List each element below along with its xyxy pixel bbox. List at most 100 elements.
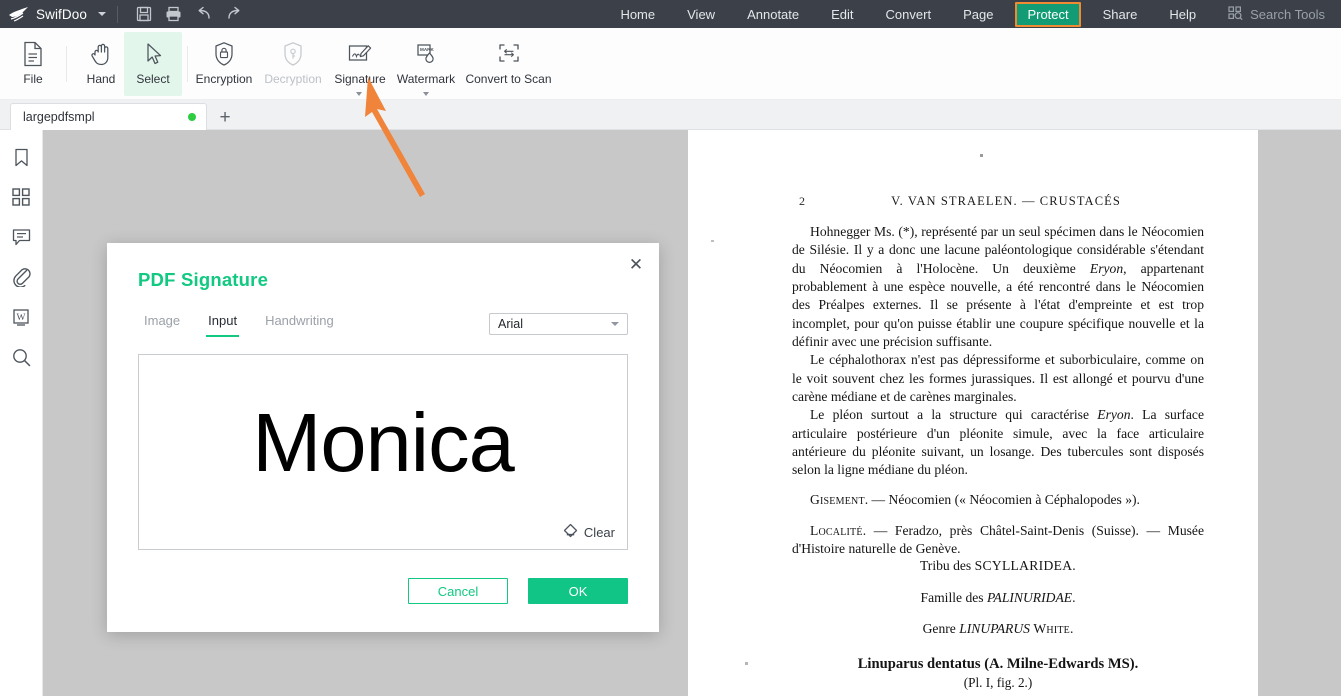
- search-tools-button[interactable]: Search Tools: [1218, 0, 1337, 28]
- save-button[interactable]: [129, 0, 159, 28]
- menu-item-convert[interactable]: Convert: [870, 0, 948, 28]
- page-speck: [711, 240, 714, 242]
- ribbon-button-decryption[interactable]: Decryption: [260, 32, 326, 96]
- document-tab[interactable]: largepdfsmpl: [10, 103, 207, 130]
- search-tools-label: Search Tools: [1250, 6, 1325, 22]
- sidebar-item-word-export[interactable]: W: [6, 302, 36, 332]
- shield-lock-icon: [213, 39, 235, 69]
- file-page-icon: [22, 39, 44, 69]
- menu-item-edit[interactable]: Edit: [815, 0, 869, 28]
- ribbon-button-encryption[interactable]: Encryption: [192, 32, 256, 96]
- pdf-signature-dialog: ✕ PDF Signature Image Input Handwriting …: [107, 243, 659, 632]
- famille-line: Famille des PALINURIDAE.: [920, 590, 1076, 605]
- sidebar-item-comments[interactable]: [6, 222, 36, 252]
- shield-key-icon: [282, 39, 304, 69]
- svg-text:W: W: [17, 313, 26, 323]
- signature-pen-icon: [347, 39, 373, 69]
- paragraph-2: Le céphalothorax n'est pas dépressiforme…: [792, 352, 1204, 405]
- font-select[interactable]: Arial: [489, 313, 628, 335]
- menu-item-home[interactable]: Home: [604, 0, 671, 28]
- menu-item-protect[interactable]: Protect: [1015, 1, 1081, 27]
- clear-button[interactable]: Clear: [563, 523, 615, 541]
- ribbon-label-watermark: Watermark: [396, 72, 456, 86]
- signature-dropdown-caret-icon[interactable]: [356, 92, 362, 96]
- ribbon-label-encryption: Encryption: [195, 72, 253, 86]
- sidebar-item-bookmarks[interactable]: [6, 142, 36, 172]
- ribbon-button-hand[interactable]: Hand: [72, 32, 130, 96]
- convert-to-scan-icon: [497, 39, 521, 69]
- species-line: Linuparus dentatus (A. Milne-Edwards MS)…: [857, 656, 1139, 672]
- title-bar: SwifDoo Home View Annotate Edit Convert …: [0, 0, 1341, 28]
- chevron-down-icon[interactable]: [97, 12, 106, 16]
- gisement-line: Gisement. — Néocomien (« Néocomien à Cép…: [810, 492, 1140, 507]
- undo-button[interactable]: [189, 0, 219, 28]
- tab-input[interactable]: Input: [194, 313, 251, 337]
- left-sidebar: W: [0, 130, 43, 696]
- ribbon-label-hand: Hand: [86, 72, 116, 86]
- dialog-title: PDF Signature: [138, 269, 269, 290]
- pdf-page: 2 V. VAN STRAELEN. — CRUSTACÉS Hohnegger…: [688, 130, 1258, 696]
- ribbon-label-select: Select: [136, 72, 170, 86]
- new-tab-button[interactable]: +: [214, 106, 236, 128]
- menu-item-help[interactable]: Help: [1153, 0, 1212, 28]
- ribbon-label-convert-to-scan: Convert to Scan: [465, 72, 552, 86]
- sidebar-item-thumbnails[interactable]: [6, 182, 36, 212]
- ribbon-toolbar: File Hand Select Encryption Decryption S…: [0, 28, 1341, 100]
- document-tab-strip: largepdfsmpl +: [0, 100, 1341, 130]
- localite-line: Localité. — Feradzo, près Châtel-Saint-D…: [792, 523, 1204, 557]
- print-button[interactable]: [159, 0, 189, 28]
- eraser-icon: [563, 523, 578, 541]
- ribbon-label-signature: Signature: [334, 72, 386, 86]
- document-tab-label: largepdfsmpl: [23, 110, 95, 124]
- tribu-line: Tribu des SCYLLARIDEA.: [919, 558, 1077, 573]
- menu-item-view[interactable]: View: [671, 0, 731, 28]
- menu-item-page[interactable]: Page: [947, 0, 1009, 28]
- ribbon-label-file: File: [23, 72, 43, 86]
- svg-text:MARK: MARK: [420, 47, 434, 52]
- cancel-button[interactable]: Cancel: [408, 578, 508, 604]
- ribbon-button-signature[interactable]: Signature: [330, 32, 390, 96]
- unsaved-indicator-dot: [188, 113, 196, 121]
- search-tools-icon: [1228, 5, 1243, 23]
- ribbon-button-watermark[interactable]: MARK Watermark: [392, 32, 460, 96]
- sidebar-item-search[interactable]: [6, 342, 36, 372]
- plate-reference: (Pl. I, fig. 2.): [963, 675, 1033, 690]
- page-speck: [745, 662, 748, 665]
- main-menu: Home View Annotate Edit Convert Page Pro…: [604, 0, 1341, 28]
- titlebar-left-group: SwifDoo: [0, 0, 249, 28]
- ribbon-label-decryption: Decryption: [264, 72, 322, 86]
- running-head: V. VAN STRAELEN. — CRUSTACÉS: [891, 194, 1121, 208]
- close-icon[interactable]: ✕: [625, 253, 647, 275]
- ribbon-button-file[interactable]: File: [4, 32, 62, 96]
- pdf-page-content: 2 V. VAN STRAELEN. — CRUSTACÉS Hohnegger…: [688, 130, 1258, 696]
- tab-image[interactable]: Image: [138, 313, 194, 337]
- watermark-dropdown-caret-icon[interactable]: [423, 92, 429, 96]
- chevron-down-icon: [611, 322, 619, 326]
- cursor-arrow-icon: [142, 39, 164, 69]
- font-select-value: Arial: [498, 317, 524, 331]
- sidebar-item-attachments[interactable]: [6, 262, 36, 292]
- ribbon-button-convert-to-scan[interactable]: Convert to Scan: [461, 32, 556, 96]
- ribbon-button-select[interactable]: Select: [124, 32, 182, 96]
- paragraph-3: Le pléon surtout a la structure qui cara…: [792, 407, 1204, 478]
- page-body-text: Hohnegger Ms. (*), représenté par un seu…: [792, 223, 1204, 480]
- divider: [66, 46, 67, 82]
- watermark-mark-icon: MARK: [414, 39, 438, 69]
- divider: [187, 46, 188, 82]
- ok-button[interactable]: OK: [528, 578, 628, 604]
- brand-name: SwifDoo: [36, 6, 87, 22]
- signature-canvas[interactable]: Monica Clear: [138, 354, 628, 550]
- tab-handwriting[interactable]: Handwriting: [251, 313, 348, 337]
- hand-icon: [90, 39, 112, 69]
- menu-item-annotate[interactable]: Annotate: [731, 0, 815, 28]
- paragraph-1: Hohnegger Ms. (*), représenté par un seu…: [792, 224, 1204, 350]
- signature-input-value: Monica: [252, 396, 515, 489]
- menu-item-share[interactable]: Share: [1087, 0, 1154, 28]
- dialog-tabs: Image Input Handwriting: [138, 313, 348, 337]
- page-speck: [980, 154, 983, 157]
- clear-label: Clear: [583, 524, 615, 540]
- redo-button[interactable]: [219, 0, 249, 28]
- bird-logo-icon: [8, 6, 30, 22]
- swifdoo-window: SwifDoo Home View Annotate Edit Convert …: [0, 0, 1341, 696]
- divider: [116, 5, 118, 23]
